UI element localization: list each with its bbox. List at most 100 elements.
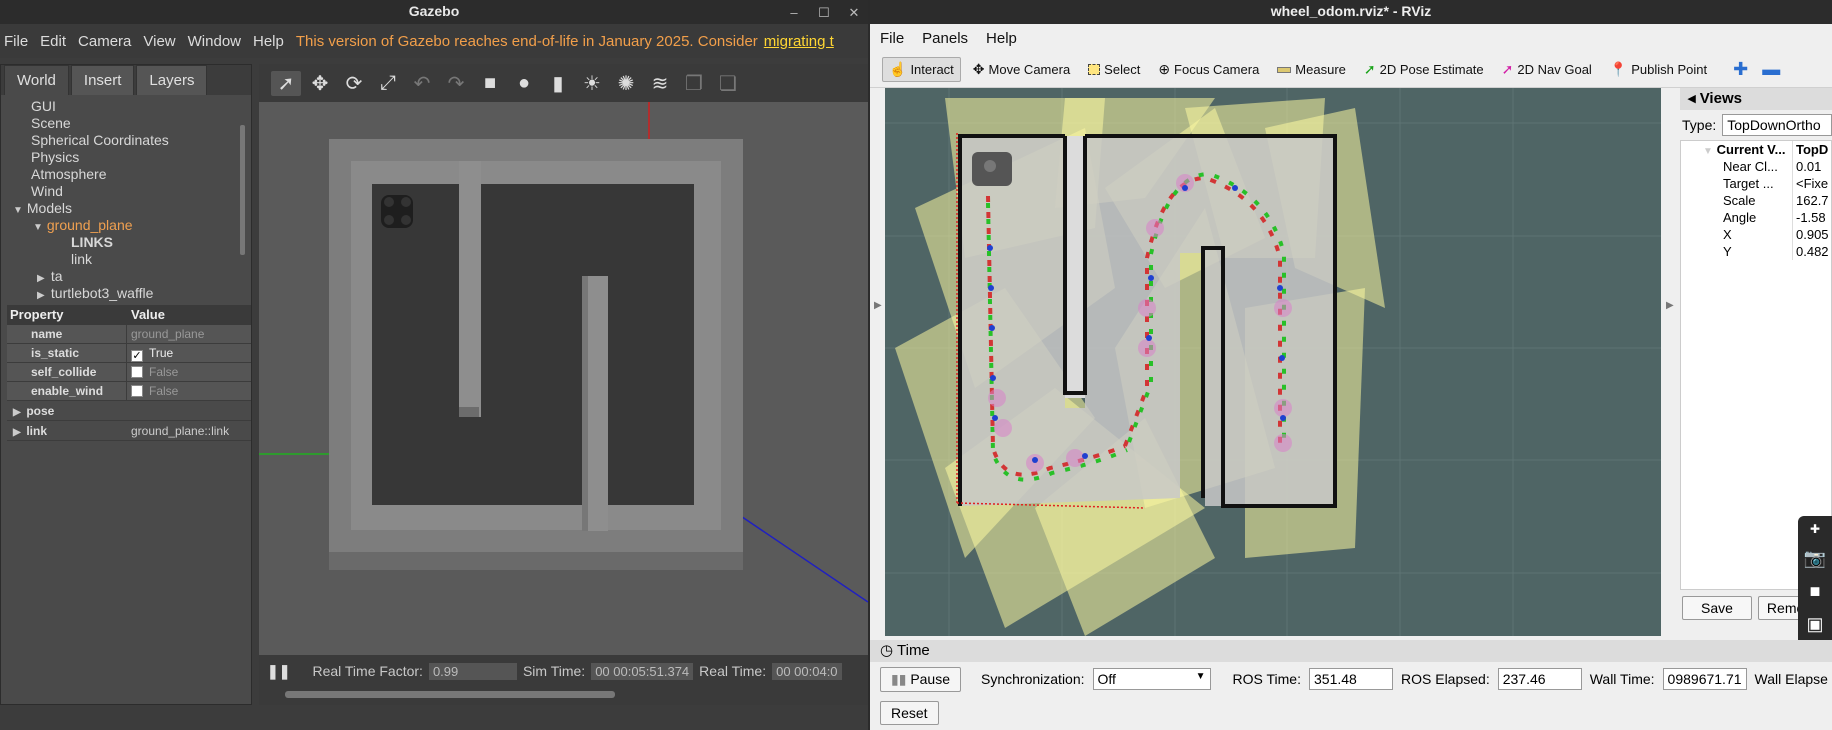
tool-publish-point[interactable]: 📍 Publish Point — [1604, 58, 1713, 81]
view-prop-row[interactable]: Y 0.482 — [1681, 243, 1831, 260]
pin-icon[interactable]: ✚ — [1810, 522, 1820, 536]
rviz-titlebar: wheel_odom.rviz* - RViz — [870, 0, 1832, 24]
prop-row-self-collide: self_collide False — [7, 363, 251, 382]
menu-help[interactable]: Help — [249, 33, 292, 50]
tool-focus-camera[interactable]: ⊕ Focus Camera — [1152, 58, 1265, 81]
prop-group-pose[interactable]: ▶ pose — [7, 401, 251, 421]
menu-edit[interactable]: Edit — [36, 33, 74, 50]
rotate-icon[interactable]: ⟳ — [339, 71, 369, 96]
minimize-icon[interactable]: – — [786, 2, 802, 24]
caret-right-icon[interactable]: ▶ — [13, 403, 23, 423]
minus-icon[interactable]: ▬ — [1762, 59, 1780, 80]
close-icon[interactable]: ✕ — [846, 2, 862, 24]
wall-time-field[interactable]: 0989671.71 — [1662, 668, 1747, 690]
tool-interact[interactable]: ☝ Interact — [882, 57, 961, 82]
gazebo-statusbar: ❚❚ Real Time Factor: 0.99 Sim Time: 00 0… — [259, 655, 868, 705]
caret-right-icon[interactable]: ▶ — [37, 287, 47, 304]
rviz-menu-file[interactable]: File — [880, 30, 904, 47]
paste-icon[interactable]: ❏ — [713, 71, 743, 96]
view-prop-row[interactable]: Near Cl... 0.01 — [1681, 158, 1831, 175]
video-icon[interactable]: ■ — [1810, 581, 1821, 602]
spot-light-icon[interactable]: ✺ — [611, 71, 641, 96]
rviz-3d-view[interactable] — [885, 88, 1661, 636]
views-header: ◂ Views — [1680, 88, 1832, 110]
caret-down-icon[interactable]: ▼ — [1703, 143, 1713, 158]
cylinder-shape-icon[interactable]: ▮ — [543, 71, 573, 96]
collapse-right-icon[interactable]: ▶ — [1666, 300, 1674, 311]
directional-light-icon[interactable]: ≋ — [645, 71, 675, 96]
panel-tabs: World Insert Layers — [1, 65, 251, 95]
pause-button[interactable]: ▮▮ Pause — [880, 666, 962, 692]
view-prop-row[interactable]: Target ... <Fixe — [1681, 175, 1831, 192]
view-prop-row[interactable]: X 0.905 — [1681, 226, 1831, 243]
select-mode-icon[interactable]: ➚ — [271, 70, 301, 96]
tree-item-scene[interactable]: Scene — [1, 115, 251, 132]
save-view-button[interactable]: Save — [1682, 596, 1752, 620]
tool-move-camera[interactable]: ✥ Move Camera — [967, 58, 1076, 81]
maximize-icon[interactable]: ☐ — [816, 2, 832, 24]
tree-item-ta[interactable]: ▶ ta — [1, 268, 251, 285]
tree-item-spherical[interactable]: Spherical Coordinates — [1, 132, 251, 149]
self-collide-checkbox[interactable] — [131, 366, 143, 378]
view-type-select[interactable]: TopDownOrtho — [1722, 114, 1832, 136]
ros-time-field[interactable]: 351.48 — [1309, 668, 1393, 690]
menu-file[interactable]: File — [0, 33, 36, 50]
rviz-menu-help[interactable]: Help — [986, 30, 1017, 47]
tree-item-atmosphere[interactable]: Atmosphere — [1, 166, 251, 183]
tree-item-link[interactable]: link — [1, 251, 251, 268]
horizontal-scrollbar[interactable] — [285, 691, 615, 698]
tool-select[interactable]: Select — [1082, 59, 1146, 80]
tree-item-models[interactable]: ▼ Models — [1, 200, 251, 217]
tree-item-links[interactable]: LINKS — [1, 234, 251, 251]
view-prop-row[interactable]: Angle -1.58 — [1681, 209, 1831, 226]
caret-down-icon[interactable]: ▼ — [13, 202, 23, 219]
is-static-checkbox[interactable]: ✓ — [131, 350, 143, 362]
tree-item-physics[interactable]: Physics — [1, 149, 251, 166]
copy-icon[interactable]: ❐ — [679, 71, 709, 96]
pause-icon[interactable]: ❚❚ — [267, 663, 290, 680]
point-light-icon[interactable]: ☀ — [577, 71, 607, 96]
redo-icon[interactable]: ↷ — [441, 71, 471, 96]
view-prop-row[interactable]: Scale 162.7 — [1681, 192, 1831, 209]
plus-icon[interactable]: ✚ — [1733, 59, 1748, 80]
undo-icon[interactable]: ↶ — [407, 71, 437, 96]
enable-wind-checkbox[interactable] — [131, 385, 143, 397]
camera-icon[interactable]: 📷 — [1804, 548, 1826, 569]
gazebo-3d-viewport[interactable] — [259, 102, 868, 655]
migrating-link[interactable]: migrating t — [764, 33, 834, 50]
tool-measure[interactable]: Measure — [1271, 59, 1352, 80]
real-time-value: 00 00:04:0 — [772, 662, 842, 680]
tree-item-gui[interactable]: GUI — [1, 98, 251, 115]
collapse-left-icon[interactable]: ▶ — [874, 300, 882, 311]
translate-icon[interactable]: ✥ — [305, 71, 335, 96]
tree-item-turtlebot[interactable]: ▶ turtlebot3_waffle — [1, 285, 251, 302]
caret-right-icon[interactable]: ▶ — [13, 423, 23, 443]
dropdown-arrow-icon: ▼ — [1195, 671, 1206, 682]
sphere-shape-icon[interactable]: ● — [509, 72, 539, 95]
tab-insert[interactable]: Insert — [70, 65, 135, 95]
caret-down-icon[interactable]: ▼ — [33, 219, 43, 236]
scale-icon[interactable]: ⤢ — [373, 72, 403, 95]
rviz-menu-panels[interactable]: Panels — [922, 30, 968, 47]
tool-2d-pose-estimate[interactable]: ➚ 2D Pose Estimate — [1358, 58, 1490, 81]
ruler-icon — [1277, 66, 1292, 73]
tab-layers[interactable]: Layers — [136, 65, 208, 95]
current-view-row[interactable]: ▼ Current V... TopD — [1681, 141, 1831, 158]
tab-world[interactable]: World — [4, 65, 69, 95]
reset-button[interactable]: Reset — [880, 701, 939, 725]
tree-item-ground-plane[interactable]: ▼ ground_plane — [1, 217, 251, 234]
image-icon[interactable]: ▣ — [1806, 614, 1823, 635]
box-shape-icon[interactable]: ■ — [475, 72, 505, 95]
tool-2d-nav-goal[interactable]: ➚ 2D Nav Goal — [1496, 58, 1598, 81]
tree-scrollbar[interactable] — [240, 125, 245, 255]
maze-render — [259, 102, 868, 655]
arrow-green-icon: ➚ — [1363, 61, 1376, 77]
menu-window[interactable]: Window — [184, 33, 249, 50]
sync-select[interactable]: Off ▼ — [1092, 668, 1211, 690]
menu-view[interactable]: View — [139, 33, 183, 50]
ros-elapsed-field[interactable]: 237.46 — [1497, 668, 1582, 690]
tree-item-wind[interactable]: Wind — [1, 183, 251, 200]
prop-group-link[interactable]: ▶ link ground_plane::link — [7, 421, 251, 441]
menu-camera[interactable]: Camera — [74, 33, 139, 50]
pause-icon: ▮▮ — [891, 670, 907, 687]
